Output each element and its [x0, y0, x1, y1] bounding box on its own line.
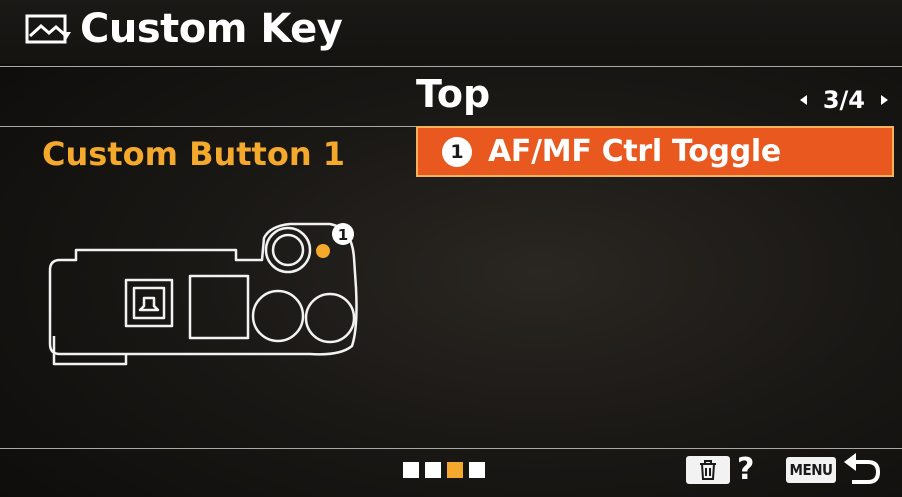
setting-value-text: AF/MF Ctrl Toggle: [488, 133, 781, 169]
page-dot-4: [469, 462, 485, 478]
selected-setting-value[interactable]: 1 AF/MF Ctrl Toggle: [416, 126, 894, 177]
still-image-icon: [25, 14, 71, 44]
back-arrow-icon[interactable]: [842, 452, 882, 486]
footer-divider: [0, 448, 902, 449]
page-dot-3-active: [447, 462, 463, 478]
page-title: Custom Key: [80, 6, 343, 52]
custom-key-screen: Custom Key Top 3/4 Custom Button 1 1 AF/…: [0, 0, 902, 497]
label-divider: [0, 126, 416, 127]
arrow-right-icon[interactable]: [881, 95, 888, 105]
delete-button[interactable]: [686, 456, 730, 484]
number-badge: 1: [442, 136, 472, 167]
page-dots: [403, 462, 485, 478]
diagram-badge-number: 1: [338, 226, 348, 244]
camera-top-diagram: 1: [48, 222, 358, 366]
page-indicator[interactable]: 3/4: [799, 86, 888, 114]
custom-button-marker: [316, 244, 330, 258]
page-indicator-text: 3/4: [822, 86, 865, 114]
tab-title: Top: [416, 72, 491, 116]
page-dot-1: [403, 462, 419, 478]
page-dot-2: [425, 462, 441, 478]
help-icon[interactable]: ?: [737, 452, 754, 488]
header-bar: Custom Key: [0, 0, 902, 64]
trash-icon: [700, 460, 716, 480]
menu-button[interactable]: MENU: [786, 457, 836, 483]
arrow-left-icon[interactable]: [799, 95, 807, 105]
header-divider: [0, 66, 902, 67]
setting-label: Custom Button 1: [42, 135, 346, 173]
